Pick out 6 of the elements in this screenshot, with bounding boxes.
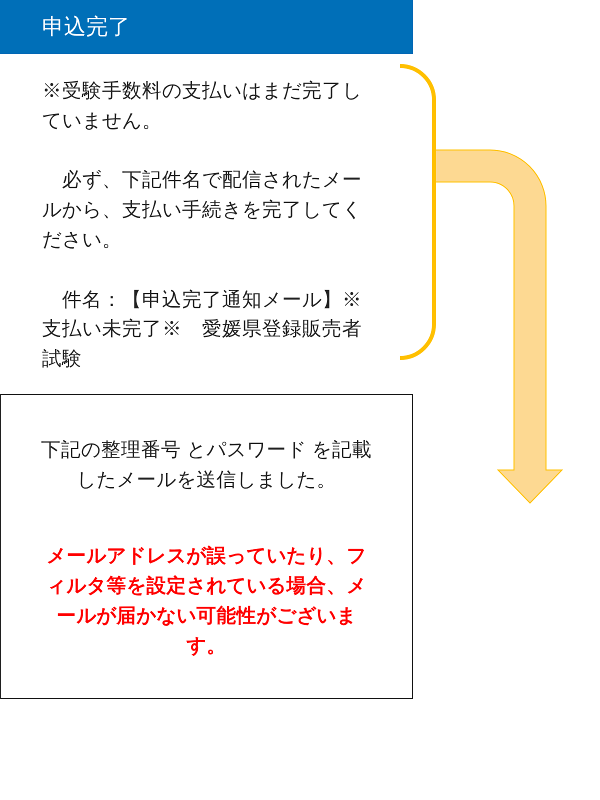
notice-text: ※受験手数料の支払いはまだ完了していません。 — [42, 79, 363, 134]
notice-text: 必ず、下記件名で配信されたメールから、支払い手続きを完了してください。 — [42, 168, 363, 253]
notice-text: 件名：【申込完了通知メール】※支払い未完了※ 愛媛県登録販売者試験 — [42, 288, 363, 372]
page-title: 申込完了 — [42, 13, 130, 41]
warning-text: メールアドレスが誤っていたり、フィルタ等を設定されている場合、メールが届かない可能性がございます。 — [46, 544, 368, 659]
message-text: 下記の整理番号 とパスワード を記載したメールを送信しました。 — [40, 438, 373, 493]
